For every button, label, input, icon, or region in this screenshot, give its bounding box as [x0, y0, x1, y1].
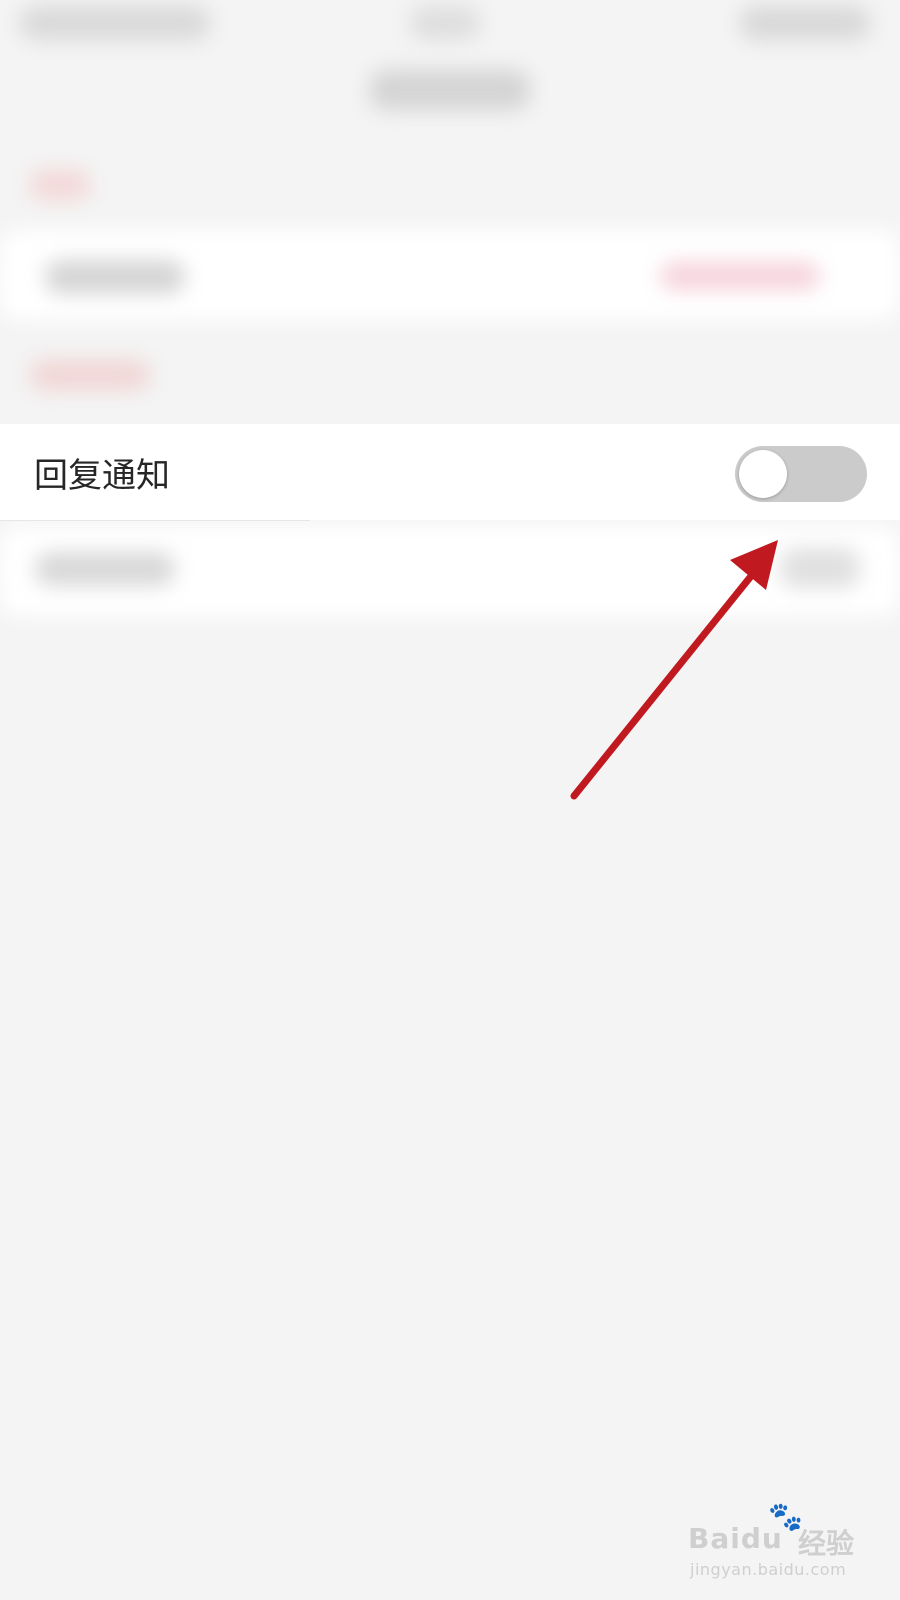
watermark-url: jingyan.baidu.com: [690, 1560, 847, 1579]
watermark-title: 经验: [798, 1527, 855, 1560]
row-toggle-blur-2: [780, 548, 860, 588]
baidu-watermark: 🐾 Baidu 经验 jingyan.baidu.com: [688, 1500, 868, 1590]
status-bar-blur-right: [740, 6, 870, 40]
reply-notification-label: 回复通知: [34, 456, 170, 496]
section-header-blur: [30, 170, 90, 200]
row-label-blur-2: [35, 552, 175, 586]
section-header-blur-2: [30, 360, 150, 390]
status-bar-blur-left: [20, 6, 210, 40]
reply-notification-toggle[interactable]: [735, 446, 867, 502]
header-title-blur: [370, 70, 530, 110]
row-divider: [0, 520, 310, 521]
watermark-brand: Baidu: [688, 1522, 783, 1555]
blurred-background: [0, 0, 900, 640]
row-label-blur: [45, 260, 185, 294]
status-bar-blur-center: [410, 6, 480, 40]
row-value-blur: [660, 262, 820, 290]
toggle-knob: [739, 450, 787, 498]
